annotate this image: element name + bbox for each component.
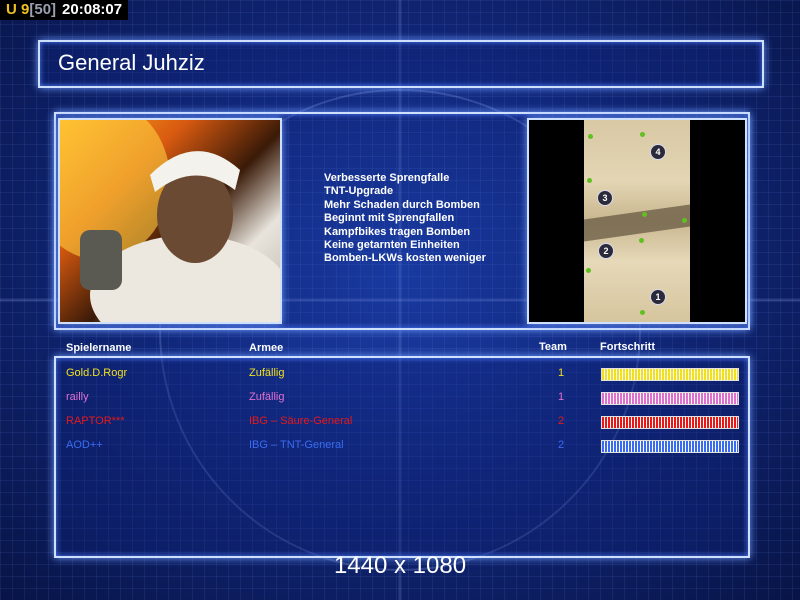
general-portrait [58,118,282,324]
trait-item: Keine getarnten Einheiten [324,239,460,252]
player-name: Gold.D.Rogr [66,367,128,379]
player-team[interactable]: 2 [558,415,564,427]
player-name: RAPTOR*** [66,415,125,427]
player-army[interactable]: Zufällig [249,391,284,403]
map-preview: 4 3 2 1 [527,118,747,324]
trait-item: Verbesserte Sprengfalle [324,172,450,184]
supply-dot [640,310,645,315]
progress-fill [602,369,738,380]
hud-bar: U 9[50] 20:08:07 [0,0,129,20]
player-list-frame [54,356,750,558]
general-traits-list: Verbesserte Sprengfalle TNT-Upgrade Mehr… [324,172,486,266]
progress-bar [601,440,739,453]
progress-bar [601,368,739,381]
progress-bar [601,416,739,429]
map-terrain: 4 3 2 1 [584,120,690,322]
map-river [584,204,690,242]
progress-fill [602,441,738,452]
portrait-art [60,120,280,322]
trait-item: Beginnt mit Sprengfallen [324,212,455,225]
player-row[interactable]: AOD++ IBG – TNT-General 2 [66,439,741,457]
supply-dot [639,238,644,243]
header-army: Armee [249,342,284,354]
general-title: General Juhziz [58,50,205,75]
player-team[interactable]: 1 [558,391,564,403]
trait-item: Kampfbikes tragen Bomben [324,225,471,238]
trait-item: Mehr Schaden durch Bomben [324,198,480,211]
progress-bar [601,392,739,405]
unit-counter: U 9[50] [6,0,56,20]
spawn-point-1: 1 [650,289,666,305]
unit-prefix: U [6,1,17,18]
progress-fill [602,393,738,404]
header-player-name: Spielername [66,342,132,354]
player-army[interactable]: IBG – Säure-General [249,415,352,427]
player-army[interactable]: Zufällig [249,367,284,379]
spawn-point-4: 4 [650,144,666,160]
trait-item: Bomben-LKWs kosten weniger [324,252,486,265]
resolution-label: 1440 x 1080 [333,552,467,579]
player-row[interactable]: railly Zufällig 1 [66,391,741,409]
player-army[interactable]: IBG – TNT-General [249,439,344,451]
progress-fill [602,417,738,428]
supply-dot [682,218,687,223]
supply-dot [586,268,591,273]
supply-dot [587,178,592,183]
supply-dot [588,134,593,139]
supply-dot [642,212,647,217]
header-team: Team [539,341,567,353]
supply-dot [640,132,645,137]
game-clock: 20:08:07 [62,1,123,18]
header-progress: Fortschritt [600,341,655,353]
player-team[interactable]: 2 [558,439,564,451]
player-name: AOD++ [66,439,103,451]
player-row[interactable]: Gold.D.Rogr Zufällig 1 [66,367,741,385]
spawn-point-3: 3 [597,190,613,206]
spawn-point-2: 2 [598,243,614,259]
player-name: railly [66,391,89,403]
unit-cap: [50] [29,1,57,18]
player-row[interactable]: RAPTOR*** IBG – Säure-General 2 [66,415,741,433]
trait-item: TNT-Upgrade [324,185,394,198]
player-team[interactable]: 1 [558,367,564,379]
